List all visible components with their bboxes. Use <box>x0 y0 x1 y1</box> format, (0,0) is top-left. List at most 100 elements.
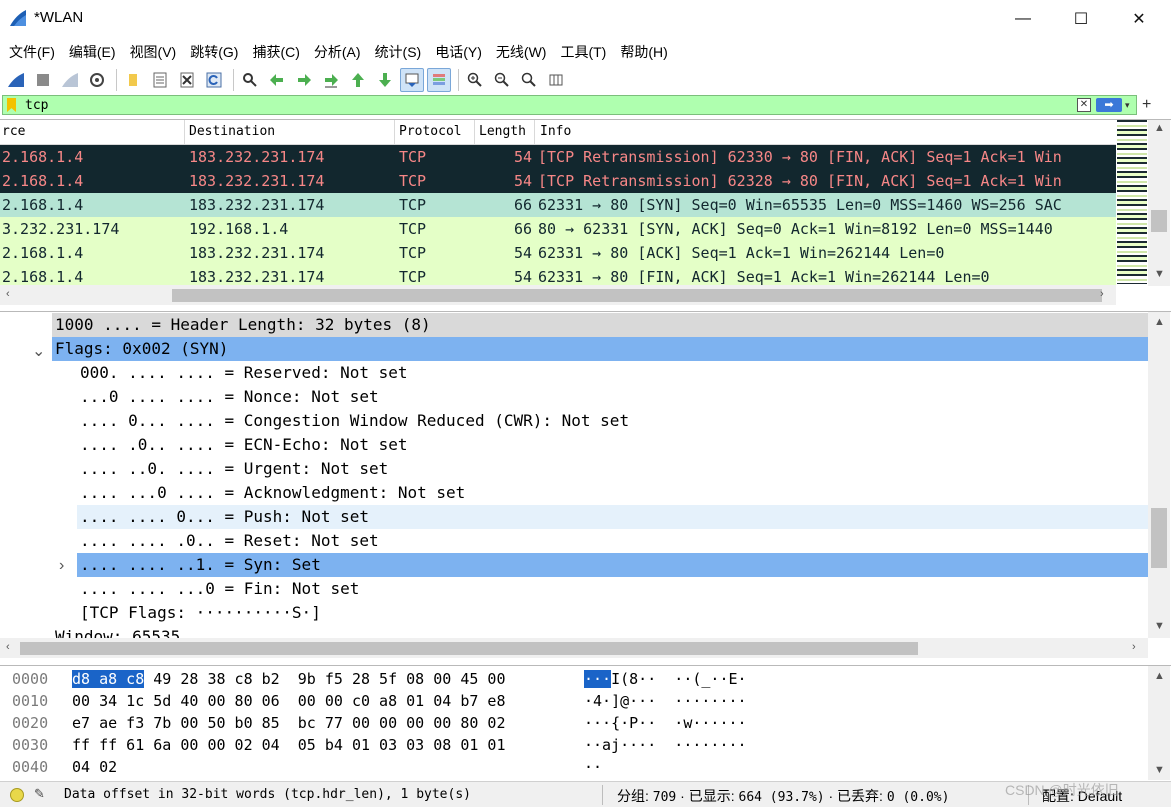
menu-tools[interactable]: 工具(T) <box>555 40 611 64</box>
hex-bytes[interactable]: 04 02 <box>72 756 117 778</box>
shark-fin-start-icon[interactable] <box>4 68 28 92</box>
stop-square-icon[interactable] <box>31 68 55 92</box>
menu-wireless[interactable]: 无线(W) <box>491 40 552 64</box>
clear-filter-icon[interactable]: ✕ <box>1077 98 1091 112</box>
column-header-info[interactable]: Info <box>540 124 571 142</box>
bookmark-icon[interactable] <box>7 98 16 112</box>
packet-list-horizontal-scrollbar[interactable]: ‹ › <box>0 285 1116 305</box>
scroll-up-icon[interactable]: ▲ <box>1154 670 1165 682</box>
detail-tree-item[interactable]: .... ...0 .... = Acknowledgment: Not set <box>0 481 1148 505</box>
display-filter-input[interactable] <box>25 97 1065 113</box>
hex-bytes-text[interactable]: 49 28 38 c8 b2 9b f5 28 5f 08 00 45 00 <box>144 670 505 688</box>
column-header-length[interactable]: Length <box>479 124 526 142</box>
details-horizontal-scrollbar[interactable]: ‹ › <box>0 638 1148 658</box>
scroll-right-icon[interactable]: › <box>1100 288 1104 300</box>
scroll-up-icon[interactable]: ▲ <box>1154 122 1165 134</box>
minimize-button[interactable]: — <box>994 0 1052 38</box>
menu-analyze[interactable]: 分析(A) <box>309 40 366 64</box>
scroll-down-icon[interactable]: ▼ <box>1154 764 1165 776</box>
detail-tree-item[interactable]: .... .... .0.. = Reset: Not set <box>0 529 1148 553</box>
ascii-bytes[interactable]: ·· <box>584 756 602 778</box>
selected-hex-bytes[interactable]: d8 a8 c8 <box>72 670 145 688</box>
detail-tree-item[interactable]: 000. .... .... = Reserved: Not set <box>0 361 1148 385</box>
packet-row[interactable]: 3.232.231.174 192.168.1.4 TCP 66 80 → 62331 … <box>0 217 1116 241</box>
collapsed-chevron-icon[interactable]: › <box>59 557 64 575</box>
close-file-icon[interactable] <box>175 68 199 92</box>
add-filter-button[interactable]: + <box>1142 96 1151 114</box>
column-divider[interactable] <box>534 120 535 144</box>
open-folder-icon[interactable] <box>121 68 145 92</box>
ascii-bytes-text[interactable]: I(8·· ··(_··E· <box>611 670 746 688</box>
chevron-down-icon[interactable]: ▾ <box>1125 97 1137 113</box>
scroll-right-icon[interactable]: › <box>1132 641 1136 653</box>
hex-bytes[interactable]: e7 ae f3 7b 00 50 b0 85 bc 77 00 00 00 0… <box>72 712 505 734</box>
hex-bytes-text[interactable]: ff ff 61 6a 00 00 02 04 05 b4 01 03 03 0… <box>72 736 505 754</box>
bytes-vertical-scrollbar[interactable]: ▲ ▼ <box>1148 666 1170 780</box>
column-divider[interactable] <box>474 120 475 144</box>
hex-bytes[interactable]: d8 a8 c8 49 28 38 c8 b2 9b f5 28 5f 08 0… <box>72 668 505 690</box>
menu-capture[interactable]: 捕获(C) <box>247 40 304 64</box>
menu-edit[interactable]: 编辑(E) <box>64 40 121 64</box>
packet-row[interactable]: 2.168.1.4 183.232.231.174 TCP 54 [TCP Retran… <box>0 169 1116 193</box>
packet-minimap[interactable] <box>1117 120 1147 284</box>
selected-ascii-bytes[interactable]: ··· <box>584 670 612 688</box>
column-divider[interactable] <box>394 120 395 144</box>
detail-tree-item[interactable]: Flags: 0x002 (SYN) <box>52 337 1148 361</box>
detail-tree-item[interactable]: Window: 65535 <box>0 625 1148 638</box>
scroll-thumb[interactable] <box>1151 210 1167 232</box>
go-to-packet-icon[interactable] <box>319 68 343 92</box>
go-back-icon[interactable] <box>265 68 289 92</box>
go-forward-icon[interactable] <box>292 68 316 92</box>
ascii-bytes-text[interactable]: ···{·P·· ·w······ <box>584 714 747 732</box>
ascii-bytes[interactable]: ···{·P·· ·w······ <box>584 712 747 734</box>
detail-tree-item[interactable]: .... .... 0... = Push: Not set <box>77 505 1148 529</box>
details-vertical-scrollbar[interactable]: ▲ ▼ <box>1148 312 1170 638</box>
hex-bytes[interactable]: 00 34 1c 5d 40 00 80 06 00 00 c0 a8 01 0… <box>72 690 505 712</box>
scroll-thumb[interactable] <box>1151 508 1167 568</box>
column-header-destination[interactable]: Destination <box>189 124 275 142</box>
menu-go[interactable]: 跳转(G) <box>185 40 243 64</box>
ascii-bytes-text[interactable]: ·· <box>584 758 602 776</box>
scroll-left-icon[interactable]: ‹ <box>6 641 10 653</box>
gear-options-icon[interactable] <box>85 68 109 92</box>
packet-row[interactable]: 2.168.1.4 183.232.231.174 TCP 66 62331 → 80 … <box>0 193 1116 217</box>
hex-bytes-text[interactable]: e7 ae f3 7b 00 50 b0 85 bc 77 00 00 00 0… <box>72 714 505 732</box>
column-header-protocol[interactable]: Protocol <box>399 124 462 142</box>
packet-list-vertical-scrollbar[interactable]: ▲ ▼ <box>1148 120 1170 286</box>
hex-bytes-text[interactable]: 04 02 <box>72 758 117 776</box>
close-button[interactable]: ✕ <box>1110 0 1168 38</box>
scroll-thumb[interactable] <box>172 289 1102 302</box>
scroll-left-icon[interactable]: ‹ <box>6 288 10 300</box>
detail-tree-item[interactable]: .... .0.. .... = ECN-Echo: Not set <box>0 433 1148 457</box>
save-file-icon[interactable] <box>148 68 172 92</box>
restart-fin-icon[interactable] <box>58 68 82 92</box>
detail-tree-item[interactable]: 1000 .... = Header Length: 32 bytes (8) <box>52 313 1148 337</box>
zoom-out-icon[interactable] <box>490 68 514 92</box>
ascii-bytes[interactable]: ·4·]@··· ········ <box>584 690 747 712</box>
detail-tree-item[interactable]: .... 0... .... = Congestion Window Reduc… <box>0 409 1148 433</box>
zoom-in-icon[interactable] <box>463 68 487 92</box>
ascii-bytes[interactable]: ···I(8·· ··(_··E· <box>584 668 747 690</box>
detail-tree-item[interactable]: ...0 .... .... = Nonce: Not set <box>0 385 1148 409</box>
scroll-up-icon[interactable]: ▲ <box>1154 316 1165 328</box>
search-icon[interactable] <box>238 68 262 92</box>
expanded-chevron-icon[interactable]: ⌄ <box>32 341 45 361</box>
menu-file[interactable]: 文件(F) <box>4 40 60 64</box>
zoom-normal-icon[interactable] <box>517 68 541 92</box>
ascii-bytes-text[interactable]: ·4·]@··· ········ <box>584 692 747 710</box>
menu-statistics[interactable]: 统计(S) <box>370 40 427 64</box>
autoscroll-icon[interactable] <box>400 68 424 92</box>
packet-row[interactable]: 2.168.1.4 183.232.231.174 TCP 54 62331 → 80 … <box>0 265 1116 285</box>
hex-bytes[interactable]: ff ff 61 6a 00 00 02 04 05 b4 01 03 03 0… <box>72 734 505 756</box>
detail-tree-item[interactable]: [TCP Flags: ··········S·] <box>0 601 1148 625</box>
detail-tree-item[interactable]: .... .... ..1. = Syn: Set <box>77 553 1148 577</box>
colorize-icon[interactable] <box>427 68 451 92</box>
resize-columns-icon[interactable] <box>544 68 568 92</box>
hex-bytes-text[interactable]: 00 34 1c 5d 40 00 80 06 00 00 c0 a8 01 0… <box>72 692 505 710</box>
column-divider[interactable] <box>184 120 185 144</box>
packet-row[interactable]: 2.168.1.4 183.232.231.174 TCP 54 62331 → 80 … <box>0 241 1116 265</box>
ascii-bytes[interactable]: ··aj···· ········ <box>584 734 747 756</box>
detail-tree-item[interactable]: .... ..0. .... = Urgent: Not set <box>0 457 1148 481</box>
last-packet-icon[interactable] <box>373 68 397 92</box>
detail-tree-item[interactable]: .... .... ...0 = Fin: Not set <box>0 577 1148 601</box>
